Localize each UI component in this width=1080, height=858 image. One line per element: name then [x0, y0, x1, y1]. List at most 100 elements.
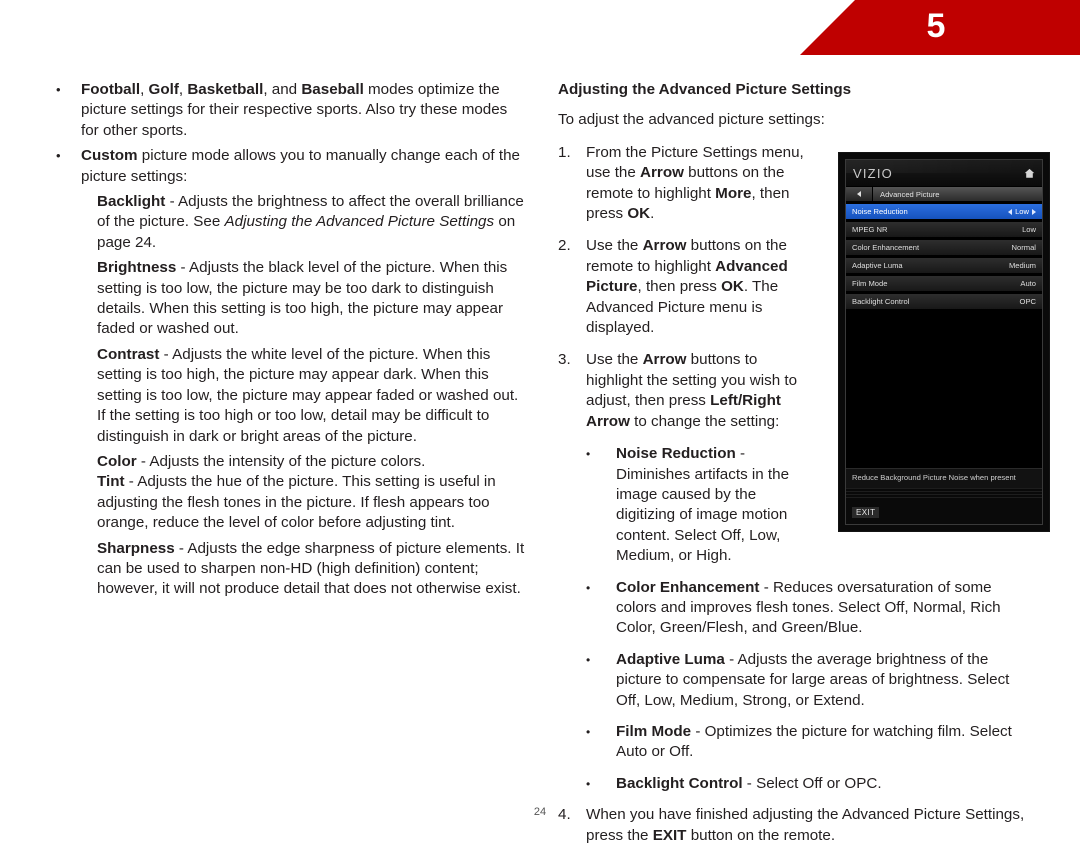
text-run: Custom: [81, 147, 138, 165]
osd-setting-row[interactable]: Adaptive Luma Medium: [846, 257, 1042, 273]
bullet-item: • Custom picture mode allows you to manua…: [56, 146, 526, 187]
osd-titlebar: VIZIO: [846, 160, 1042, 186]
text-run: Backlight Control: [616, 774, 743, 792]
step-text: Use the Arrow buttons on the remote to h…: [586, 236, 818, 338]
setting-bullet-text: Adaptive Luma - Adjusts the average brig…: [616, 650, 1036, 711]
text-run: .: [650, 205, 655, 223]
text-run: - Select Off or OPC.: [742, 774, 882, 792]
text-run: , then press: [637, 278, 722, 296]
osd-help-text: Reduce Background Picture Noise when pre…: [846, 468, 1042, 488]
osd-setting-label: Film Mode: [852, 279, 888, 288]
osd-setting-label: Color Enhancement: [852, 243, 920, 252]
bullet-marker: •: [586, 580, 591, 595]
osd-setting-row[interactable]: Color Enhancement Normal: [846, 239, 1042, 255]
vizio-logo: VIZIO: [853, 165, 893, 181]
osd-setting-value: Low: [1015, 207, 1029, 216]
text-run: Arrow: [642, 237, 687, 255]
exit-button[interactable]: EXIT: [852, 506, 880, 518]
text-run: Tint: [97, 473, 125, 491]
osd-setting-row[interactable]: Backlight Control OPC: [846, 293, 1042, 309]
osd-setting-value: Normal: [1011, 243, 1036, 252]
left-text-column: • Football, Golf, Basketball, and Basebal…: [56, 80, 526, 605]
setting-bullet-text: Backlight Control - Select Off or OPC.: [616, 774, 1036, 794]
setting-description: Contrast - Adjusts the white level of th…: [97, 345, 526, 447]
setting-description: Tint - Adjusts the hue of the picture. T…: [97, 472, 526, 533]
osd-stripe-divider: [846, 488, 1042, 500]
step-number: 3.: [558, 351, 571, 369]
text-run: Adaptive Luma: [616, 650, 725, 668]
osd-breadcrumb: Advanced Picture: [846, 187, 1042, 201]
bullet-marker: •: [586, 724, 591, 739]
osd-settings-rows: Noise Reduction Low MPEG NR Low Color Enhanc…: [846, 203, 1042, 311]
text-run: Arrow: [642, 351, 687, 369]
setting-description: Sharpness - Adjusts the edge sharpness o…: [97, 539, 526, 600]
setting-bullet-item: • Color Enhancement - Reduces oversaturat…: [586, 578, 1036, 639]
text-run: More: [715, 184, 752, 202]
setting-description: Backlight - Adjusts the brightness to af…: [97, 192, 526, 253]
osd-setting-row[interactable]: MPEG NR Low: [846, 221, 1042, 237]
text-run: button on the remote.: [686, 826, 836, 844]
text-run: Use the: [586, 237, 643, 255]
setting-description: Brightness - Adjusts the black level of …: [97, 258, 526, 340]
step-text: From the Picture Settings menu, use the …: [586, 143, 818, 225]
home-icon[interactable]: [1024, 168, 1035, 179]
back-arrow-icon[interactable]: [846, 187, 873, 201]
bullet-marker: •: [586, 447, 591, 462]
text-run: Use the: [586, 351, 643, 369]
setting-bullet-text: Film Mode - Optimizes the picture for wa…: [616, 722, 1036, 763]
text-run: OK: [627, 205, 651, 223]
text-run: Football: [81, 81, 141, 98]
setting-bullet-item: • Film Mode - Optimizes the picture for w…: [586, 722, 1036, 763]
text-run: Film Mode: [616, 722, 692, 740]
mode-bullet-list: • Football, Golf, Basketball, and Basebal…: [56, 80, 526, 187]
text-run: to change the setting:: [629, 412, 780, 430]
text-run: picture mode allows you to manually chan…: [81, 147, 520, 185]
text-run: - Adjusts the white level of the picture…: [97, 345, 519, 445]
text-run: - Adjusts the intensity of the picture c…: [136, 452, 426, 470]
text-run: Adjusting the Advanced Picture Settings: [224, 213, 495, 231]
text-run: Contrast: [97, 345, 160, 363]
arrow-left-icon[interactable]: [1008, 208, 1013, 215]
osd-panel: VIZIO Advanced Picture Noise Reduction Lo…: [845, 159, 1043, 525]
text-run: Color: [97, 452, 137, 470]
osd-setting-value-group: Low: [1008, 207, 1036, 216]
bullet-text: Custom picture mode allows you to manual…: [81, 146, 526, 187]
text-run: Brightness: [97, 259, 177, 277]
arrow-right-icon[interactable]: [1032, 208, 1036, 215]
text-run: Backlight: [97, 193, 166, 211]
osd-footer: EXIT: [846, 500, 1042, 524]
osd-setting-label: MPEG NR: [852, 225, 888, 234]
text-run: Golf: [148, 81, 179, 98]
section-intro: To adjust the advanced picture settings:: [558, 111, 825, 129]
osd-setting-row[interactable]: Film Mode Auto: [846, 275, 1042, 291]
text-run: EXIT: [652, 826, 687, 844]
tv-osd-screenshot: VIZIO Advanced Picture Noise Reduction Lo…: [838, 152, 1050, 532]
osd-setting-row[interactable]: Noise Reduction Low: [846, 203, 1042, 219]
text-run: , and: [263, 81, 302, 98]
bullet-marker: •: [56, 82, 61, 97]
setting-bullet-item: • Adaptive Luma - Adjusts the average bri…: [586, 650, 1036, 711]
text-run: - Diminishes artifacts in the image caus…: [616, 445, 790, 565]
bullet-marker: •: [586, 776, 591, 791]
text-run: Baseball: [301, 81, 364, 98]
bullet-marker: •: [586, 652, 591, 667]
text-run: Arrow: [640, 164, 684, 182]
osd-setting-label: Noise Reduction: [852, 207, 908, 216]
setting-description: Color - Adjusts the intensity of the pic…: [97, 452, 526, 472]
text-run: ,: [140, 81, 149, 98]
chapter-number: 5: [926, 7, 946, 45]
setting-bullet-text: Color Enhancement - Reduces oversaturati…: [616, 578, 1036, 639]
text-run: Noise Reduction: [616, 445, 736, 463]
osd-setting-value: Auto: [1020, 279, 1036, 288]
osd-setting-value-group: Low: [1022, 225, 1036, 234]
step-number: 1.: [558, 143, 571, 161]
text-run: Color Enhancement: [616, 578, 760, 596]
bullet-text: Football, Golf, Basketball, and Baseball…: [81, 80, 526, 141]
step-text: Use the Arrow buttons to highlight the s…: [586, 350, 818, 432]
text-run: Sharpness: [97, 539, 175, 557]
osd-setting-value: Low: [1022, 225, 1036, 234]
step-number: 2.: [558, 237, 571, 255]
text-run: Basketball: [187, 81, 264, 98]
osd-empty-area: [846, 311, 1042, 468]
osd-setting-value: Medium: [1008, 261, 1036, 270]
